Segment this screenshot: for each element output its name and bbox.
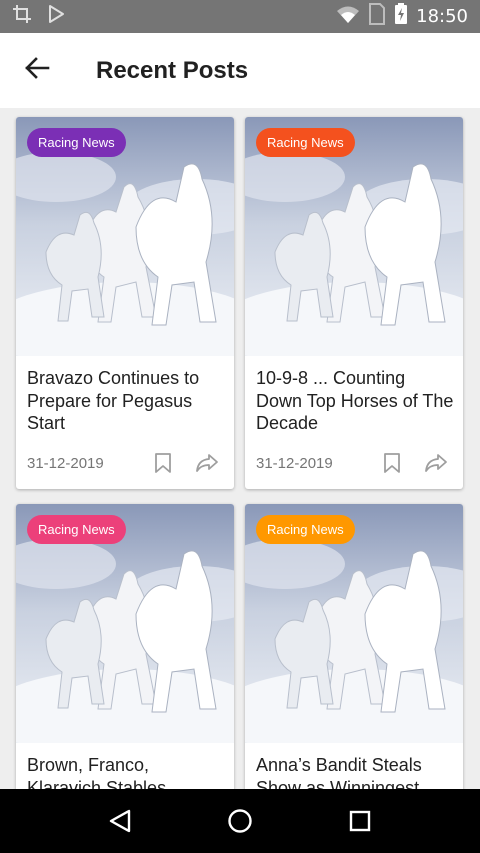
arrow-left-icon: [24, 56, 50, 85]
bookmark-icon: [384, 453, 400, 473]
status-time: 18:50: [416, 6, 468, 27]
share-button[interactable]: [424, 451, 448, 475]
recents-square-icon: [349, 810, 371, 832]
category-badge[interactable]: Racing News: [27, 128, 126, 157]
post-footer: 31-12-2019: [27, 451, 227, 475]
back-button[interactable]: [0, 33, 74, 108]
post-image: Racing News: [16, 117, 234, 356]
post-title[interactable]: 10-9-8 ... Counting Down Top Horses of T…: [256, 367, 456, 435]
bookmark-button[interactable]: [151, 451, 175, 475]
nav-home-button[interactable]: [216, 797, 264, 845]
page-title: Recent Posts: [96, 56, 249, 84]
back-triangle-icon: [109, 809, 131, 833]
share-icon: [196, 454, 218, 472]
post-title[interactable]: Bravazo Continues to Prepare for Pegasus…: [27, 367, 227, 435]
app-bar: Recent Posts: [0, 33, 480, 108]
wifi-icon: [336, 4, 360, 29]
nav-recents-button[interactable]: [336, 797, 384, 845]
play-store-icon: [46, 4, 66, 29]
post-card[interactable]: Racing News Bravazo Continues to Prepare…: [16, 117, 234, 489]
post-card[interactable]: Racing News Brown, Franco, Klaravich Sta…: [16, 504, 234, 789]
sim-card-icon: [368, 3, 386, 30]
post-image: Racing News: [245, 117, 463, 356]
post-date: 31-12-2019: [256, 454, 333, 472]
bookmark-button[interactable]: [380, 451, 404, 475]
category-badge[interactable]: Racing News: [256, 515, 355, 544]
post-image: Racing News: [245, 504, 463, 743]
status-bar: 18:50: [0, 0, 480, 33]
battery-charging-icon: [394, 3, 408, 30]
home-circle-icon: [228, 809, 252, 833]
post-title[interactable]: Brown, Franco, Klaravich Stables: [27, 754, 227, 789]
share-icon: [425, 454, 447, 472]
post-card[interactable]: Racing News 10-9-8 ... Counting Down Top…: [245, 117, 463, 489]
post-card[interactable]: Racing News Anna’s Bandit Steals Show as…: [245, 504, 463, 789]
nav-back-button[interactable]: [96, 797, 144, 845]
post-image: Racing News: [16, 504, 234, 743]
share-button[interactable]: [195, 451, 219, 475]
posts-grid[interactable]: Racing News Bravazo Continues to Prepare…: [0, 108, 480, 789]
category-badge[interactable]: Racing News: [27, 515, 126, 544]
crop-icon: [12, 4, 32, 29]
post-date: 31-12-2019: [27, 454, 104, 472]
post-title[interactable]: Anna’s Bandit Steals Show as Winningest: [256, 754, 456, 789]
category-badge[interactable]: Racing News: [256, 128, 355, 157]
post-footer: 31-12-2019: [256, 451, 456, 475]
bookmark-icon: [155, 453, 171, 473]
system-nav-bar: [0, 789, 480, 853]
